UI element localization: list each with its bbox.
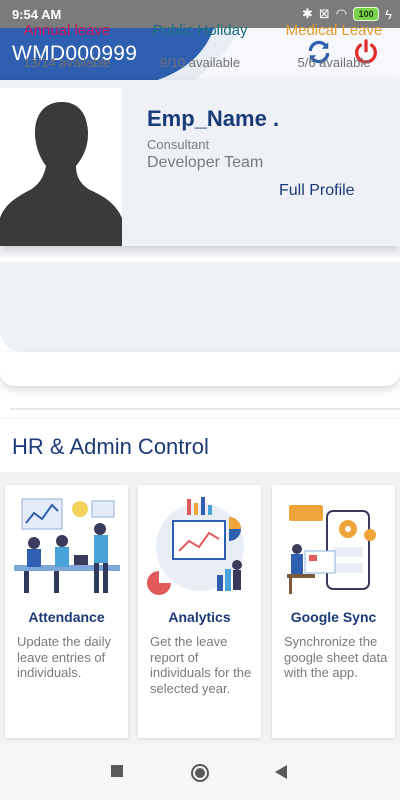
google-sync-card[interactable]: Google Sync Synchronize the google sheet… bbox=[272, 485, 395, 738]
analytics-card[interactable]: Analytics Get the leave report of indivi… bbox=[138, 485, 261, 738]
status-icons: ✱ ⊠ ◠ 100 ϟ bbox=[302, 6, 392, 22]
card-title: Analytics bbox=[168, 609, 231, 625]
employee-name: Emp_Name . bbox=[147, 106, 280, 131]
card-title: Google Sync bbox=[290, 609, 377, 625]
leave-item-public-holiday[interactable]: Public Holiday 9/10 available bbox=[145, 22, 255, 70]
attendance-illustration-icon bbox=[14, 491, 120, 601]
leave-available: 13/14 available bbox=[23, 55, 111, 70]
leave-panel-footer bbox=[0, 352, 400, 386]
avatar bbox=[0, 88, 122, 246]
google-sync-illustration-icon bbox=[281, 491, 387, 601]
section-title: HR & Admin Control bbox=[12, 434, 209, 459]
bluetooth-icon: ✱ bbox=[301, 6, 313, 21]
card-title: Attendance bbox=[28, 609, 105, 625]
leave-title: Annual leave bbox=[23, 22, 111, 39]
recents-button[interactable] bbox=[110, 764, 124, 783]
divider bbox=[0, 418, 400, 419]
card-description: Get the leave report of individuals for … bbox=[150, 634, 252, 696]
back-button[interactable] bbox=[274, 764, 288, 785]
triangle-back-icon bbox=[275, 765, 287, 779]
person-silhouette-icon bbox=[0, 102, 122, 246]
attendance-card[interactable]: Attendance Update the daily leave entrie… bbox=[5, 485, 128, 738]
home-button[interactable] bbox=[190, 763, 210, 788]
wifi-icon: ◠ bbox=[335, 6, 348, 21]
leave-item-annual[interactable]: Annual leave 13/14 available bbox=[14, 22, 120, 70]
charging-icon: ϟ bbox=[385, 6, 392, 22]
full-profile-link[interactable]: Full Profile bbox=[279, 182, 355, 200]
leave-available: 5/6 available bbox=[297, 55, 371, 70]
square-icon bbox=[111, 765, 123, 777]
circle-icon bbox=[191, 764, 209, 782]
mute-icon: ⊠ bbox=[318, 6, 330, 21]
card-description: Synchronize the google sheet data with t… bbox=[284, 634, 388, 680]
card-description: Update the daily leave entries of indivi… bbox=[17, 634, 111, 680]
divider bbox=[10, 408, 400, 410]
leave-title: Medical Leave bbox=[285, 22, 383, 39]
employee-team: Developer Team bbox=[147, 154, 264, 171]
leave-title: Public Holiday bbox=[152, 22, 248, 39]
leave-available: 9/10 available bbox=[159, 55, 241, 70]
leave-summary-panel bbox=[0, 262, 400, 352]
battery-icon: 100 bbox=[353, 7, 380, 21]
status-time: 9:54 AM bbox=[12, 6, 62, 22]
leave-item-medical[interactable]: Medical Leave 5/6 available bbox=[278, 22, 390, 70]
analytics-illustration-icon bbox=[147, 491, 253, 601]
employee-designation: Consultant bbox=[147, 137, 210, 152]
